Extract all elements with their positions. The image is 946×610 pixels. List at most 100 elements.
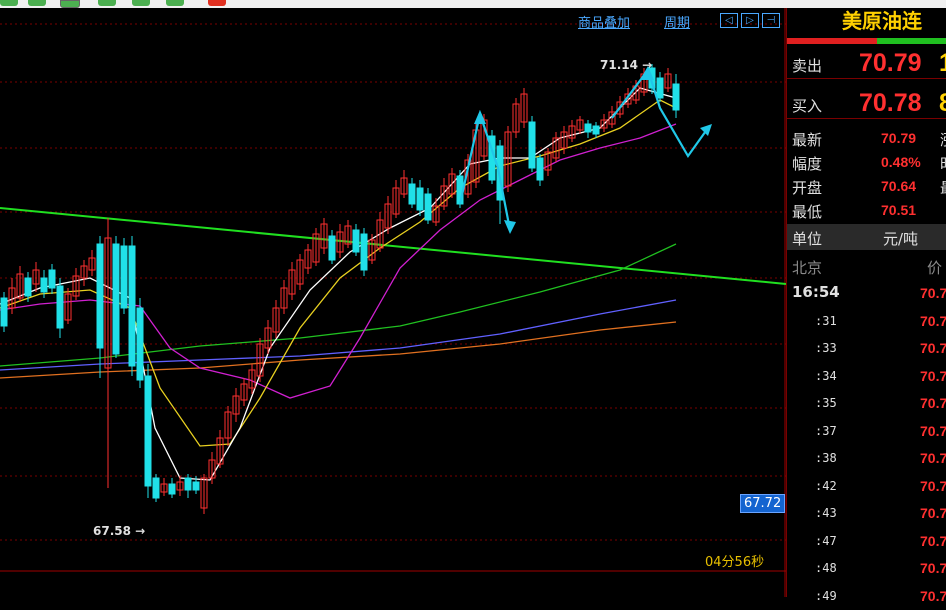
candle-body [184, 477, 192, 491]
scroll-end-icon[interactable]: ⊣ [762, 13, 780, 28]
toolbar-button[interactable] [98, 0, 116, 6]
candle-body [112, 243, 120, 355]
tick-price: 70.7 [920, 285, 946, 301]
tick-time: :42 [815, 478, 837, 493]
unit-label: 单位 [792, 230, 823, 248]
buy-strength-bar [877, 38, 946, 44]
period-link[interactable]: 周期 [664, 12, 690, 31]
tick-time: :33 [815, 341, 837, 355]
candle-body [144, 375, 152, 487]
stat-change: 幅度 0.48% 时 [787, 150, 946, 174]
tick-row: :33 70.7 [787, 335, 946, 362]
toolbar-button[interactable] [132, 0, 150, 6]
stat-edge-label: 时 [940, 153, 946, 174]
candle-body [360, 233, 368, 271]
tick-price: 70.7 [920, 340, 946, 356]
tick-row: :38 70.7 [787, 445, 946, 472]
tick-price: 70.7 [920, 477, 946, 494]
candle-body [672, 83, 680, 111]
stat-low: 最低 70.51 [787, 198, 946, 222]
stat-label: 幅度 [792, 155, 823, 173]
tick-time: :49 [815, 588, 837, 603]
tick-header: 北京 价 [787, 254, 946, 278]
stat-value: 70.79 [881, 130, 917, 146]
stat-open: 开盘 70.64 最 [787, 174, 946, 198]
candle-body [536, 157, 544, 181]
kline-chart-area[interactable]: 商品叠加 周期 ◁ ▷ ⊣ 71.14 → 67.58 → 67.72 04分5… [0, 8, 786, 597]
tick-price: 70.7 [920, 367, 946, 384]
candle-body [328, 235, 336, 261]
sell-row[interactable]: 卖出 70.79 1 [787, 48, 946, 79]
tick-time: :47 [815, 533, 837, 548]
stat-label: 最新 [792, 131, 823, 149]
candle-body [192, 481, 200, 491]
scroll-right-icon[interactable]: ▷ [741, 13, 759, 28]
tick-time: :37 [815, 423, 837, 438]
candle-body [656, 77, 664, 99]
tick-city-label: 北京 [792, 259, 823, 277]
tick-row: :49 70.7 [787, 583, 946, 610]
buy-row[interactable]: 买入 70.78 8 [787, 88, 946, 119]
unit-row: 单位 元/吨 [787, 224, 946, 250]
candle-body [416, 187, 424, 211]
candle-body [528, 121, 536, 169]
tick-row: :35 70.7 [787, 390, 946, 417]
buy-volume-edge: 8 [939, 89, 946, 117]
candle-body [48, 269, 56, 289]
toolbar-button[interactable] [28, 0, 46, 6]
candlesticks [0, 64, 680, 514]
candle-body [120, 245, 128, 309]
stat-value: 70.51 [881, 202, 917, 218]
tick-row: :37 70.7 [787, 418, 946, 445]
tick-price: 70.7 [920, 312, 946, 329]
tick-time: :48 [815, 561, 837, 575]
tick-time: :35 [815, 396, 837, 410]
tick-price: 70.7 [920, 395, 946, 411]
tick-row: :34 70.7 [787, 363, 946, 390]
stat-latest: 最新 70.79 涨 [787, 126, 946, 150]
tick-price: 70.7 [920, 505, 946, 521]
candle-body [352, 229, 360, 253]
candle-body [56, 285, 64, 329]
scroll-left-icon[interactable]: ◁ [720, 13, 738, 28]
candle-body [408, 183, 416, 205]
buy-price: 70.78 [859, 89, 922, 117]
last-price-tag: 67.72 [740, 494, 786, 513]
arrow-down-icon [504, 220, 516, 234]
bar-countdown: 04分56秒 [705, 555, 765, 570]
tick-price: 70.7 [920, 422, 946, 439]
low-price-label: 67.58 → [93, 524, 146, 538]
stat-edge-label: 最 [940, 177, 946, 198]
candle-body [168, 483, 176, 495]
high-price-label: 71.14 → [600, 58, 653, 72]
overlay-link[interactable]: 商品叠加 [578, 12, 630, 31]
toolbar-button[interactable] [60, 0, 80, 8]
quote-panel: 美原油连 卖出 70.79 1 买入 70.78 8 最新 70.79 涨 幅度… [786, 8, 946, 604]
kline-chart[interactable] [0, 8, 786, 597]
tick-time: 16:54 [792, 283, 840, 301]
instrument-title[interactable]: 美原油连 [787, 8, 946, 34]
tick-time: :31 [815, 313, 837, 328]
tick-price: 70.7 [920, 450, 946, 466]
toolbar-button[interactable] [166, 0, 184, 6]
candle-body [128, 245, 136, 367]
tick-price: 70.7 [920, 560, 946, 576]
toolbar-button[interactable] [208, 0, 226, 6]
stat-label: 最低 [792, 203, 823, 221]
tick-price-header: 价 [927, 259, 943, 277]
candle-body [152, 477, 160, 499]
toolbar-button[interactable] [0, 0, 18, 6]
tick-time: :34 [815, 368, 837, 383]
candle-body [136, 307, 144, 381]
candle-body [24, 277, 32, 297]
tick-time: :43 [815, 506, 837, 520]
tick-row: :48 70.7 [787, 555, 946, 582]
candle-body [0, 297, 8, 327]
tick-row: :42 70.7 [787, 473, 946, 500]
tick-price: 70.7 [920, 587, 946, 604]
sell-strength-bar [787, 38, 877, 44]
sell-price: 70.79 [859, 49, 922, 77]
tick-price: 70.7 [920, 532, 946, 549]
sell-label: 卖出 [792, 57, 823, 75]
tick-row: :47 70.7 [787, 528, 946, 555]
